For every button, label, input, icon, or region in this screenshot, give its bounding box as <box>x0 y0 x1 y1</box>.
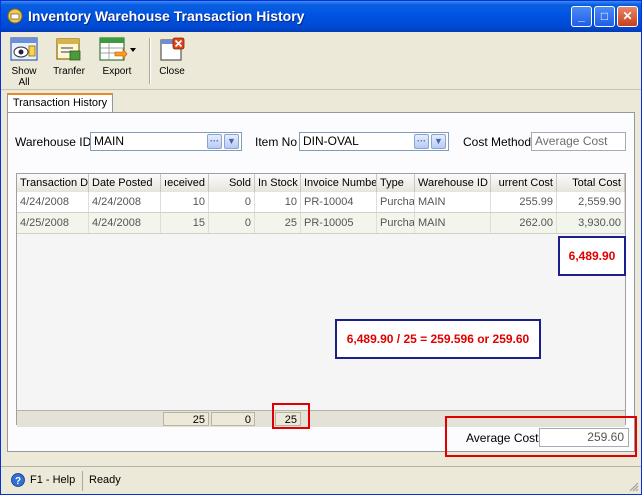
cell-sold: 0 <box>209 192 255 212</box>
cell-date-posted: 4/24/2008 <box>89 192 161 212</box>
cell-invoice-number: PR-10004 <box>301 192 377 212</box>
transfer-label: Tranfer <box>53 66 85 77</box>
table-row[interactable]: 4/24/2008 4/24/2008 10 0 10 PR-10004 Pur… <box>17 192 625 213</box>
cell-invoice-number: PR-10005 <box>301 213 377 233</box>
svg-text:?: ? <box>15 476 21 487</box>
cell-date-posted: 4/24/2008 <box>89 213 161 233</box>
transaction-grid[interactable]: Transaction D Date Posted ıeceived Sold … <box>16 173 626 429</box>
warehouse-id-label: Warehouse ID <box>15 135 92 149</box>
toolbar: Show All Tranfer Export Close <box>1 32 641 90</box>
cell-warehouse-id: MAIN <box>415 192 491 212</box>
footer-sold-total: 0 <box>211 412 255 426</box>
app-window: Inventory Warehouse Transaction History … <box>0 0 642 495</box>
export-label: Export <box>102 66 132 77</box>
title-bar[interactable]: Inventory Warehouse Transaction History … <box>1 1 641 32</box>
grid-header: Transaction D Date Posted ıeceived Sold … <box>17 174 625 193</box>
cell-total-cost: 2,559.90 <box>557 192 625 212</box>
tab-strip: Transaction History <box>7 93 635 113</box>
total-cost-annotation: 6,489.90 <box>558 236 626 276</box>
toolbar-separator <box>149 38 151 84</box>
in-stock-highlight <box>272 403 310 429</box>
cell-transaction-date: 4/25/2008 <box>17 213 89 233</box>
show-all-icon <box>10 37 38 61</box>
item-dropdown-icon[interactable]: ▼ <box>431 134 446 149</box>
show-all-label: Show All <box>11 66 37 88</box>
cell-type: Purcha <box>377 192 415 212</box>
warehouse-id-value: MAIN <box>94 134 124 148</box>
cell-type: Purcha <box>377 213 415 233</box>
warehouse-id-combo[interactable]: MAIN ··· ▼ <box>90 132 242 151</box>
maximize-button[interactable]: □ <box>594 6 615 27</box>
status-ready-text: Ready <box>89 474 121 486</box>
col-received[interactable]: ıeceived <box>161 174 209 192</box>
transfer-button[interactable]: Tranfer <box>49 36 89 77</box>
col-invoice-number[interactable]: Invoice Numbe <box>301 174 377 192</box>
warehouse-dropdown-icon[interactable]: ▼ <box>224 134 239 149</box>
formula-annotation: 6,489.90 / 25 = 259.596 or 259.60 <box>335 319 541 359</box>
item-no-combo[interactable]: DIN-OVAL ··· ▼ <box>299 132 449 151</box>
minimize-button[interactable]: _ <box>571 6 592 27</box>
show-all-button[interactable]: Show All <box>5 36 43 88</box>
col-transaction-date[interactable]: Transaction D <box>17 174 89 192</box>
close-window-button[interactable]: ✕ <box>617 6 638 27</box>
footer-received-total: 25 <box>163 412 209 426</box>
cell-in-stock: 10 <box>255 192 301 212</box>
col-in-stock[interactable]: In Stock <box>255 174 301 192</box>
col-current-cost[interactable]: urrent Cost <box>491 174 557 192</box>
tab-transaction-history[interactable]: Transaction History <box>7 93 113 113</box>
transfer-icon <box>56 38 81 61</box>
warehouse-lookup-button[interactable]: ··· <box>207 134 222 149</box>
cell-received: 15 <box>161 213 209 233</box>
close-document-icon <box>160 37 185 61</box>
col-date-posted[interactable]: Date Posted <box>89 174 161 192</box>
table-row[interactable]: 4/25/2008 4/24/2008 15 0 25 PR-10005 Pur… <box>17 213 625 234</box>
col-warehouse-id[interactable]: Warehouse ID <box>415 174 491 192</box>
close-button[interactable]: Close <box>155 36 189 77</box>
cell-sold: 0 <box>209 213 255 233</box>
cell-in-stock: 25 <box>255 213 301 233</box>
item-no-value: DIN-OVAL <box>303 134 359 148</box>
cell-warehouse-id: MAIN <box>415 213 491 233</box>
close-label: Close <box>159 66 185 77</box>
cost-method-label: Cost Method <box>463 135 532 149</box>
col-type[interactable]: Type <box>377 174 415 192</box>
help-shortcut-text[interactable]: F1 - Help <box>30 474 75 486</box>
cell-received: 10 <box>161 192 209 212</box>
cell-current-cost: 255.99 <box>491 192 557 212</box>
transaction-history-panel: Warehouse ID MAIN ··· ▼ Item No DIN-OVAL… <box>7 112 635 452</box>
item-no-label: Item No <box>255 135 298 149</box>
resize-grip-icon[interactable] <box>627 480 639 492</box>
col-total-cost[interactable]: Total Cost <box>557 174 625 192</box>
average-cost-label: Average Cost <box>466 431 539 445</box>
help-icon[interactable]: ? <box>11 473 25 487</box>
average-cost-field: 259.60 <box>539 428 629 447</box>
cell-current-cost: 262.00 <box>491 213 557 233</box>
status-separator <box>82 471 83 491</box>
col-sold[interactable]: Sold <box>209 174 255 192</box>
window-title: Inventory Warehouse Transaction History <box>28 8 305 24</box>
cell-transaction-date: 4/24/2008 <box>17 192 89 212</box>
export-button[interactable]: Export <box>93 36 141 77</box>
cell-total-cost: 3,930.00 <box>557 213 625 233</box>
status-bar: ? F1 - Help Ready <box>1 466 641 494</box>
warehouse-app-icon <box>7 8 23 24</box>
cost-method-field: Average Cost <box>531 132 626 151</box>
item-lookup-button[interactable]: ··· <box>414 134 429 149</box>
export-icon <box>99 37 136 61</box>
